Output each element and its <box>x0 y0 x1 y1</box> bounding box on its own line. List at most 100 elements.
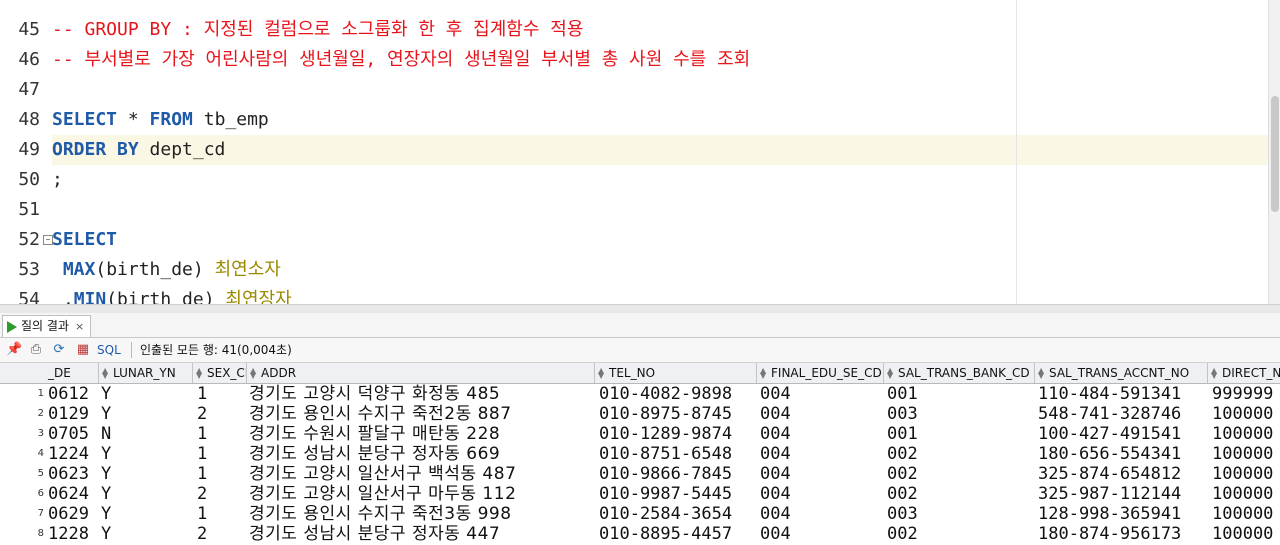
table-cell[interactable]: 004 <box>760 484 884 504</box>
sort-icon[interactable]: ▲ ▼ <box>887 367 893 380</box>
table-row[interactable]: 2 0129 Y 2 경기도 용인시 수지구 죽전2동 887 010-8975-8745… <box>0 404 1280 424</box>
table-cell[interactable]: 001 <box>887 384 1035 404</box>
table-cell[interactable]: 100000 <box>1212 464 1280 484</box>
column-header[interactable]: ▲ ▼ SAL_TRANS_BANK_CD <box>884 363 1035 383</box>
close-icon[interactable]: × <box>75 320 84 333</box>
table-cell[interactable]: 1 <box>197 444 247 464</box>
code-line[interactable]: ,MIN(birth_de) 최연장자 <box>52 285 292 304</box>
sort-icon[interactable]: ▲ ▼ <box>1038 367 1044 380</box>
column-header[interactable]: ▲ ▼ LUNAR_YN <box>99 363 193 383</box>
table-cell[interactable]: 0623 <box>48 464 99 484</box>
scrollbar-thumb[interactable] <box>1271 96 1279 212</box>
table-cell[interactable]: 0612 <box>48 384 99 404</box>
table-cell[interactable]: 325-874-654812 <box>1038 464 1208 484</box>
table-cell[interactable]: Y <box>101 444 193 464</box>
table-cell[interactable]: 010-4082-9898 <box>599 384 757 404</box>
table-cell[interactable]: 180-656-554341 <box>1038 444 1208 464</box>
table-cell[interactable]: 100000 <box>1212 444 1280 464</box>
refresh-icon[interactable]: ⟳ <box>51 342 67 358</box>
table-cell[interactable]: 경기도 용인시 수지구 죽전2동 887 <box>249 404 595 424</box>
table-cell[interactable]: 003 <box>887 404 1035 424</box>
table-cell[interactable]: 0624 <box>48 484 99 504</box>
column-header[interactable]: ▲ ▼ FINAL_EDU_SE_CD <box>757 363 884 383</box>
table-cell[interactable]: 004 <box>760 384 884 404</box>
sort-icon[interactable]: ▲ ▼ <box>1211 367 1217 380</box>
code-line[interactable]: SELECT <box>52 225 117 255</box>
table-cell[interactable]: 2 <box>197 404 247 424</box>
table-cell[interactable]: 경기도 고양시 일산서구 마두동 112 <box>249 484 595 504</box>
sort-icon[interactable]: ▲ ▼ <box>250 367 256 380</box>
table-cell[interactable]: 004 <box>760 504 884 524</box>
table-cell[interactable]: 004 <box>760 404 884 424</box>
table-cell[interactable]: 999999 <box>1212 384 1280 404</box>
table-cell[interactable]: 010-9987-5445 <box>599 484 757 504</box>
code-line[interactable]: -- 부서별로 가장 어린사람의 생년월일, 연장자의 생년월일 부서별 총 사… <box>52 45 750 75</box>
table-cell[interactable]: 100000 <box>1212 504 1280 524</box>
table-cell[interactable]: 110-484-591341 <box>1038 384 1208 404</box>
column-header[interactable]: ▲ ▼ DIRECT_N <box>1208 363 1280 383</box>
table-cell[interactable]: 010-8751-6548 <box>599 444 757 464</box>
table-row[interactable]: 4 1224 Y 1 경기도 성남시 분당구 정자동 669 010-8751-6548 0… <box>0 444 1280 464</box>
column-header[interactable]: ▲ ▼ TEL_NO <box>595 363 757 383</box>
sql-editor[interactable]: 45 46 47 48 49 50 51 52−53 54 -- GROUP BY : 지정된 … <box>0 0 1280 304</box>
table-cell[interactable]: 0129 <box>48 404 99 424</box>
table-cell[interactable]: 010-8895-4457 <box>599 524 757 544</box>
code-line[interactable]: MAX(birth_de) 최연소자 <box>52 255 281 285</box>
export-icon[interactable]: ▦ <box>75 342 91 358</box>
table-row[interactable]: 1 0612 Y 1 경기도 고양시 덕양구 화정동 485 010-4082-9898 0… <box>0 384 1280 404</box>
code-line[interactable]: ; <box>52 165 63 195</box>
table-cell[interactable]: 0629 <box>48 504 99 524</box>
table-cell[interactable]: 002 <box>887 444 1035 464</box>
table-row[interactable]: 6 0624 Y 2 경기도 고양시 일산서구 마두동 112 010-9987-5445… <box>0 484 1280 504</box>
column-header[interactable]: ▲ ▼ SAL_TRANS_ACCNT_NO <box>1035 363 1208 383</box>
table-row[interactable]: 3 0705 N 1 경기도 수원시 팔달구 매탄동 228 010-1289-9874 0… <box>0 424 1280 444</box>
code-line[interactable]: SELECT * FROM tb_emp <box>52 105 269 135</box>
sort-icon[interactable]: ▲ ▼ <box>102 367 108 380</box>
table-cell[interactable]: 경기도 성남시 분당구 정자동 669 <box>249 444 595 464</box>
table-cell[interactable]: 경기도 고양시 일산서구 백석동 487 <box>249 464 595 484</box>
table-cell[interactable]: 1 <box>197 504 247 524</box>
table-cell[interactable]: 경기도 용인시 수지구 죽전3동 998 <box>249 504 595 524</box>
table-cell[interactable]: 1 <box>197 384 247 404</box>
table-cell[interactable]: 003 <box>887 504 1035 524</box>
table-cell[interactable]: N <box>101 424 193 444</box>
table-cell[interactable]: 100000 <box>1212 424 1280 444</box>
table-cell[interactable]: 002 <box>887 484 1035 504</box>
table-cell[interactable]: 010-1289-9874 <box>599 424 757 444</box>
table-cell[interactable]: Y <box>101 504 193 524</box>
sql-button[interactable]: SQL <box>97 338 121 362</box>
table-cell[interactable]: Y <box>101 524 193 544</box>
table-cell[interactable]: 1228 <box>48 524 99 544</box>
column-header[interactable]: ▲▼ SEX_CD <box>193 363 247 383</box>
table-cell[interactable]: 325-987-112144 <box>1038 484 1208 504</box>
table-cell[interactable]: 1 <box>197 464 247 484</box>
table-cell[interactable]: 1 <box>197 424 247 444</box>
result-grid[interactable]: _DE ▲▼ LUNAR_YN ▲▼ SEX_CD ▲▼ ADDR ▲▼ TEL_NO ▲▼ FIN… <box>0 363 1280 545</box>
sort-icon[interactable]: ▲ ▼ <box>196 367 202 380</box>
table-cell[interactable]: 002 <box>887 464 1035 484</box>
table-cell[interactable]: 128-998-365941 <box>1038 504 1208 524</box>
table-cell[interactable]: 경기도 고양시 덕양구 화정동 485 <box>249 384 595 404</box>
tab-query-result[interactable]: 질의 결과 × <box>2 315 92 337</box>
table-cell[interactable]: 004 <box>760 444 884 464</box>
table-cell[interactable]: 0705 <box>48 424 99 444</box>
pin-icon[interactable]: 📌 <box>6 342 22 358</box>
table-cell[interactable]: 001 <box>887 424 1035 444</box>
table-row[interactable]: 8 1228 Y 2 경기도 성남시 분당구 정자동 447 010-8895-4457 0… <box>0 524 1280 544</box>
editor-vertical-scrollbar[interactable] <box>1268 0 1280 304</box>
table-cell[interactable]: 100000 <box>1212 404 1280 424</box>
code-area[interactable]: -- GROUP BY : 지정된 컬럼으로 소그룹화 한 후 집계함수 적용 -… <box>52 0 1268 304</box>
table-cell[interactable]: Y <box>101 464 193 484</box>
table-cell[interactable]: 010-8975-8745 <box>599 404 757 424</box>
sort-icon[interactable]: ▲ ▼ <box>598 367 604 380</box>
table-row[interactable]: 7 0629 Y 1 경기도 용인시 수지구 죽전3동 998 010-2584-3654… <box>0 504 1280 524</box>
code-line[interactable]: ORDER BY dept_cd <box>52 135 225 165</box>
table-cell[interactable]: 010-9866-7845 <box>599 464 757 484</box>
table-cell[interactable]: Y <box>101 404 193 424</box>
table-cell[interactable]: 010-2584-3654 <box>599 504 757 524</box>
sort-icon[interactable]: ▲ ▼ <box>760 367 766 380</box>
table-cell[interactable]: 100000 <box>1212 484 1280 504</box>
table-cell[interactable]: 2 <box>197 484 247 504</box>
table-row[interactable]: 5 0623 Y 1 경기도 고양시 일산서구 백석동 487 010-9866-7845… <box>0 464 1280 484</box>
table-cell[interactable]: 1224 <box>48 444 99 464</box>
